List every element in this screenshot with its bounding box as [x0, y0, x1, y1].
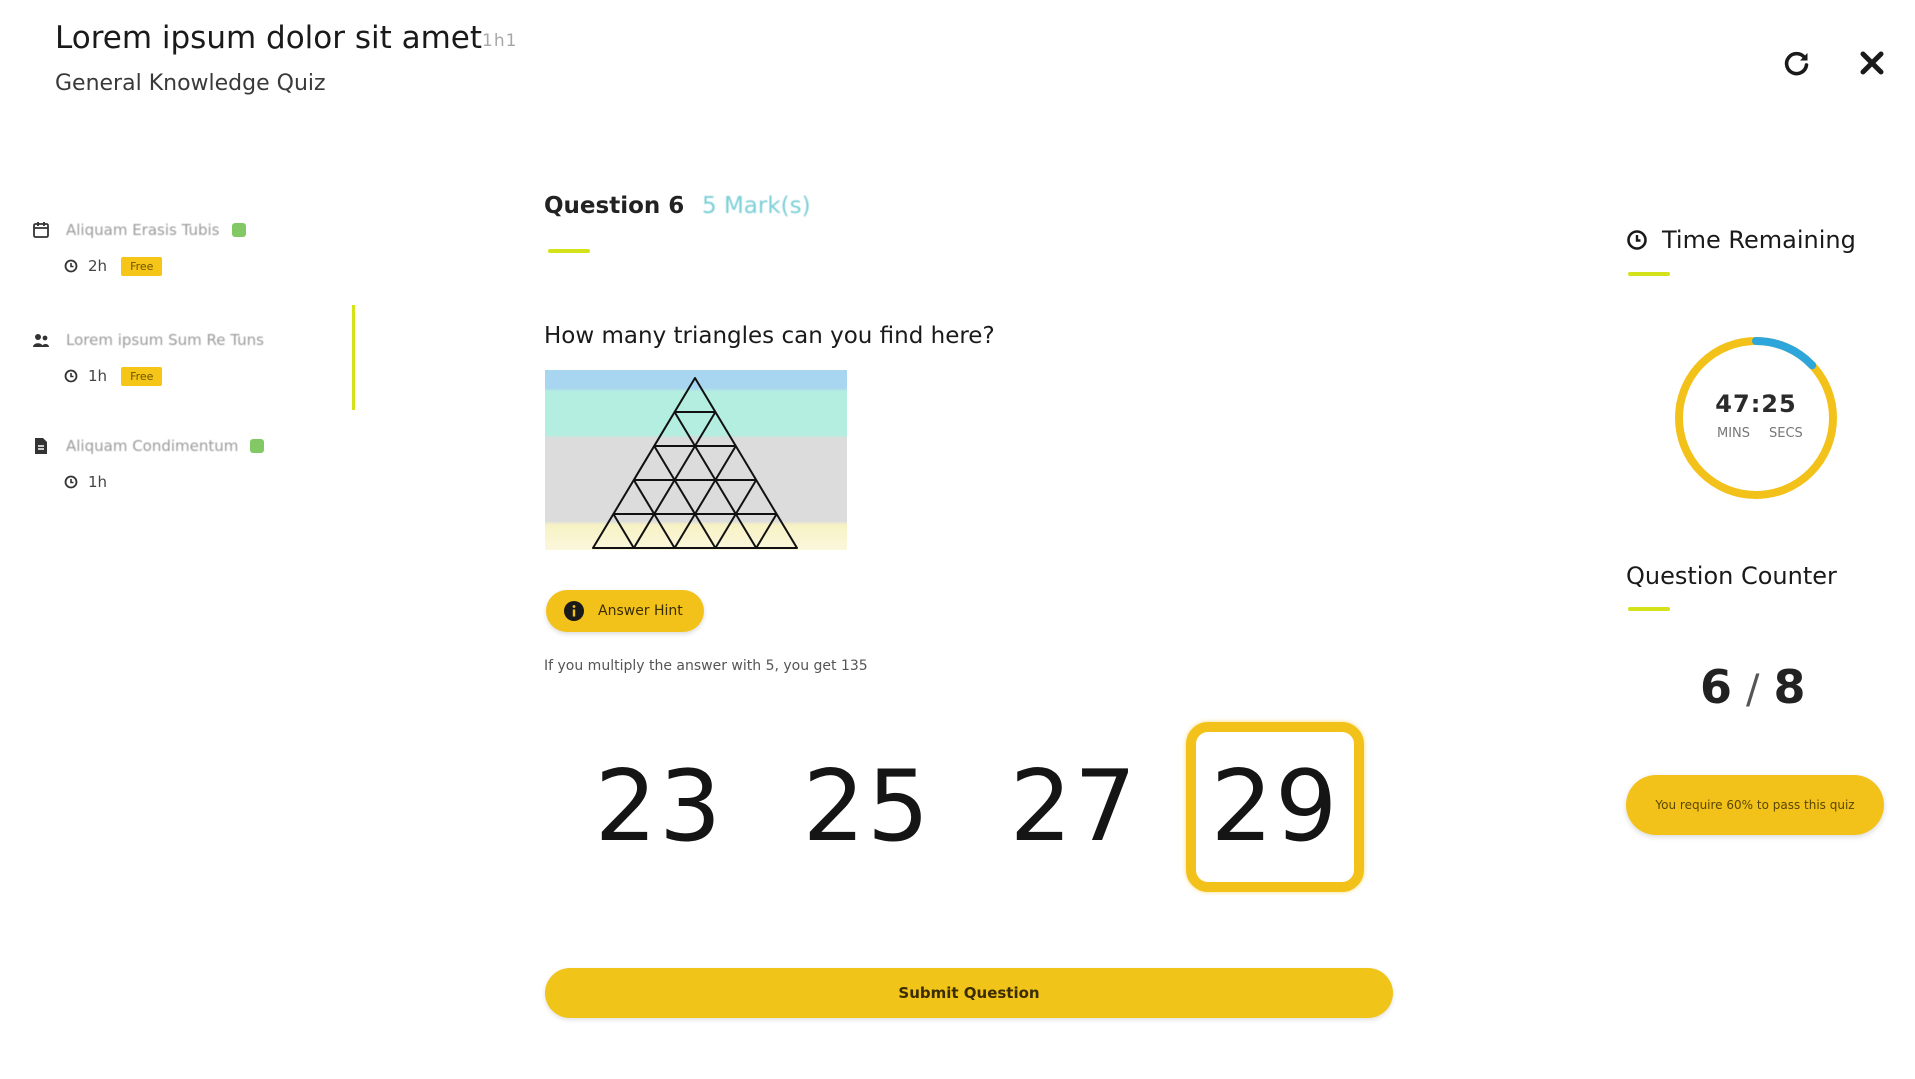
question-counter-underline — [1628, 607, 1670, 611]
active-item-indicator — [352, 305, 355, 410]
refresh-icon[interactable] — [1780, 46, 1814, 80]
free-badge: Free — [121, 256, 163, 276]
countdown-timer: 47:25 MINS SECS — [1668, 330, 1844, 506]
secs-label: SECS — [1769, 426, 1803, 441]
mins-label: MINS — [1717, 426, 1751, 441]
hint-text: If you multiply the answer with 5, you g… — [544, 658, 868, 674]
clock-icon — [64, 475, 78, 489]
sidebar-item-duration: 1h — [88, 473, 108, 491]
question-marks: 5 Mark(s) — [702, 193, 811, 219]
clock-icon — [64, 259, 78, 273]
sidebar-item-row[interactable]: Aliquam Erasis Tubis — [32, 217, 362, 243]
completed-check-icon — [250, 439, 265, 453]
question-text: How many triangles can you find here? — [544, 323, 995, 349]
answer-option[interactable]: 25 — [778, 722, 956, 892]
quiz-subtitle: General Knowledge Quiz — [55, 71, 326, 96]
question-title-underline — [548, 249, 590, 253]
triangle-puzzle-image — [545, 370, 847, 550]
timer-progress-arc — [1752, 337, 1817, 370]
sidebar-item-label: Lorem ipsum Sum Re Tuns — [66, 331, 264, 349]
sidebar-item-row[interactable]: Lorem ipsum Sum Re Tuns — [32, 327, 362, 353]
calendar-icon — [32, 221, 50, 239]
answer-hint-label: Answer Hint — [598, 603, 683, 619]
clock-icon — [1627, 230, 1647, 250]
submit-question-button[interactable]: Submit Question — [545, 968, 1393, 1018]
timer-value: 47:25 — [1715, 390, 1797, 418]
sidebar-item-label: Aliquam Condimentum — [66, 437, 239, 455]
question-counter-heading: Question Counter — [1626, 562, 1837, 590]
sidebar-item-lesson-3[interactable]: Aliquam Condimentum 1h — [32, 433, 362, 493]
time-remaining-underline — [1628, 272, 1670, 276]
info-icon — [564, 601, 584, 621]
document-icon — [32, 437, 50, 455]
sidebar-item-lesson-1[interactable]: Aliquam Erasis Tubis 2h Free — [32, 217, 362, 277]
answer-option[interactable]: 23 — [570, 722, 748, 892]
quiz-title: Lorem ipsum dolor sit amet — [55, 20, 483, 56]
clock-icon — [64, 369, 78, 383]
sidebar-item-label: Aliquam Erasis Tubis — [66, 221, 220, 239]
counter-total: 8 — [1773, 660, 1806, 714]
quiz-duration-badge: 1h1 — [482, 31, 518, 51]
group-icon — [32, 331, 50, 349]
sidebar-item-duration: 1h — [88, 367, 108, 385]
sidebar-item-meta: 2h Free — [64, 255, 362, 277]
sidebar-item-lesson-2[interactable]: Lorem ipsum Sum Re Tuns 1h Free — [32, 327, 362, 387]
sidebar-item-meta: 1h — [64, 471, 362, 493]
sidebar-item-row[interactable]: Aliquam Condimentum — [32, 433, 362, 459]
answer-option-selected[interactable]: 29 — [1186, 722, 1364, 892]
answer-hint-button[interactable]: Answer Hint — [546, 590, 704, 632]
sidebar-item-meta: 1h Free — [64, 365, 362, 387]
pass-requirement-badge: You require 60% to pass this quiz — [1626, 775, 1884, 835]
sidebar-item-duration: 2h — [88, 257, 108, 275]
question-counter: 6 / 8 — [1700, 660, 1806, 714]
counter-separator: / — [1746, 667, 1760, 713]
time-remaining-heading: Time Remaining — [1662, 226, 1856, 254]
counter-current: 6 — [1700, 660, 1733, 714]
time-remaining-header: Time Remaining — [1626, 226, 1856, 254]
completed-check-icon — [231, 223, 246, 237]
question-title: Question 6 — [544, 193, 685, 219]
free-badge: Free — [121, 366, 163, 386]
close-icon[interactable] — [1855, 46, 1889, 80]
answer-option[interactable]: 27 — [985, 722, 1163, 892]
